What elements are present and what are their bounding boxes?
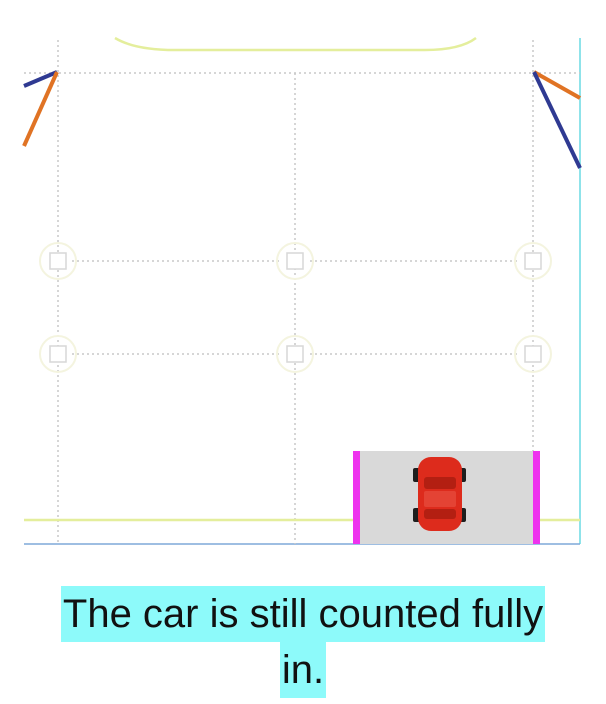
square-node-icon — [276, 335, 314, 373]
zone-left-edge — [353, 451, 360, 544]
top-lane-curve — [114, 36, 477, 52]
caption-line-2: in. — [279, 642, 327, 698]
caption-line-1: The car is still counted fully — [60, 586, 546, 642]
car-icon — [413, 457, 466, 531]
square-node-icon — [514, 242, 552, 280]
track-scene — [22, 36, 582, 545]
square-node-icon — [39, 242, 77, 280]
caption: The car is still counted fully in. — [0, 586, 606, 698]
node-grid — [39, 242, 552, 373]
zone-right-edge — [533, 451, 540, 544]
